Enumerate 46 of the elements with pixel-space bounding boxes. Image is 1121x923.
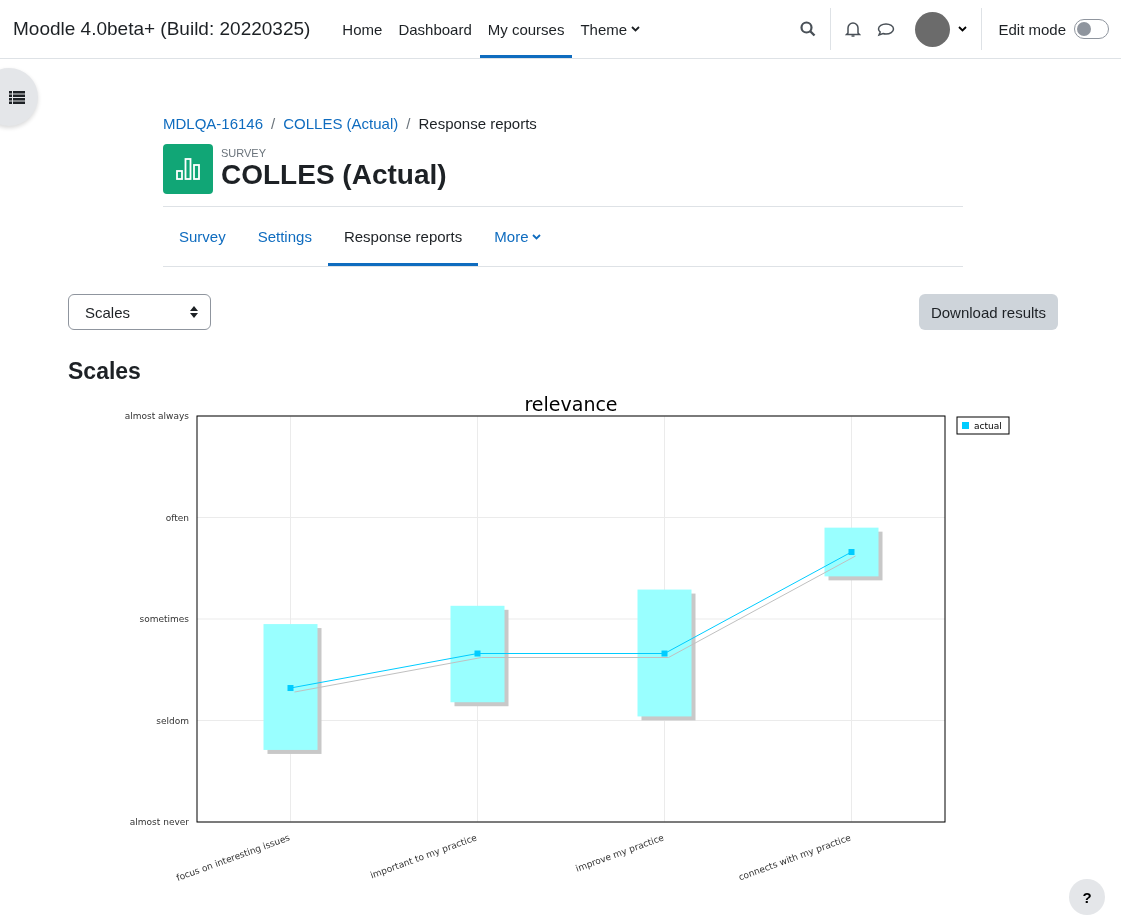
- nav-link[interactable]: Dashboard: [390, 0, 480, 58]
- download-results-button[interactable]: Download results: [918, 294, 1058, 330]
- breadcrumb-separator: /: [271, 115, 276, 132]
- breadcrumb-link[interactable]: COLLES (Actual): [283, 115, 399, 132]
- legend-frame: [956, 416, 1010, 435]
- y-axis-label: almost never: [129, 817, 189, 827]
- help-button[interactable]: ?: [1069, 879, 1105, 915]
- chart-title: relevance: [524, 393, 618, 415]
- nav-link[interactable]: Theme: [572, 0, 649, 58]
- chevron-down-icon: [958, 26, 968, 32]
- nav-link[interactable]: My courses: [479, 0, 573, 58]
- site-name: Moodle 4.0beta+ (Build: 20220325): [13, 18, 311, 40]
- y-axis-label: seldom: [156, 715, 189, 726]
- chevron-down-icon: [532, 233, 542, 240]
- breadcrumb-separator: /: [406, 115, 411, 132]
- sort-caret-icon: [190, 306, 198, 318]
- avatar: [915, 11, 951, 47]
- activity-type-label: SURVEY: [221, 146, 268, 159]
- edit-mode-toggle[interactable]: [1074, 19, 1109, 39]
- data-point: [474, 650, 481, 657]
- list-icon: [9, 90, 25, 104]
- tab[interactable]: Settings: [241, 207, 328, 266]
- chat-bubble-icon: [877, 21, 896, 37]
- tab[interactable]: Response reports: [327, 207, 479, 266]
- legend-label: actual: [974, 421, 1002, 431]
- data-point: [848, 549, 855, 555]
- search-icon: [800, 21, 817, 37]
- data-point: [287, 685, 294, 691]
- chevron-down-icon: [631, 26, 641, 32]
- tab[interactable]: More: [478, 207, 558, 266]
- current-page-label[interactable]: Response reports: [418, 115, 537, 132]
- edit-mode-label: Edit mode: [998, 20, 1066, 38]
- y-axis-label: sometimes: [139, 614, 189, 624]
- bell-icon: [845, 20, 862, 38]
- y-axis-label: almost always: [124, 411, 189, 421]
- survey-icon: [163, 144, 213, 194]
- y-axis-label: often: [165, 512, 189, 523]
- nav-link[interactable]: Home: [334, 0, 391, 58]
- data-point: [661, 650, 668, 657]
- breadcrumb-link[interactable]: MDLQA-16146: [163, 115, 264, 132]
- legend-swatch: [962, 422, 969, 429]
- section-heading: Scales: [68, 358, 142, 385]
- tab[interactable]: Survey: [163, 207, 242, 266]
- report-select[interactable]: Scales: [68, 294, 211, 330]
- range-box: [824, 527, 883, 581]
- page-title: COLLES (Actual): [221, 158, 447, 192]
